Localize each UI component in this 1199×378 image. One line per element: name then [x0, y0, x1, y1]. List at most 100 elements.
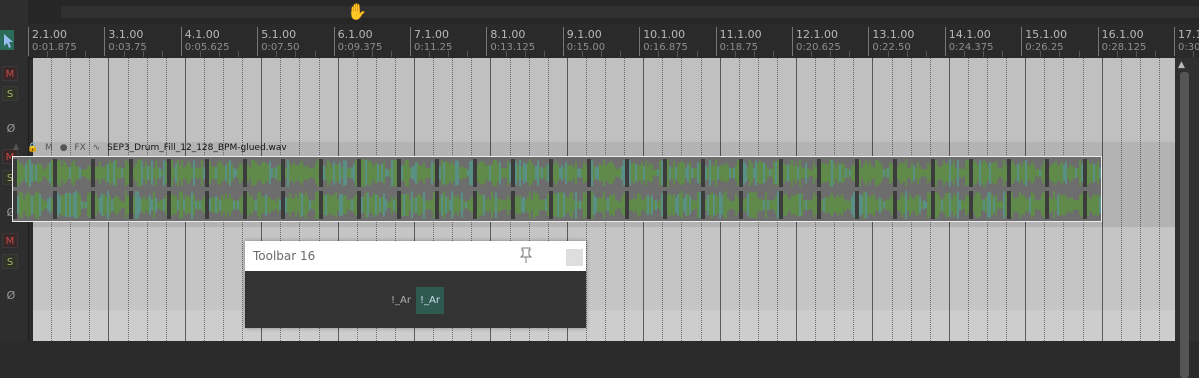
track3-solo-button[interactable]: S	[2, 254, 18, 269]
ruler-marker[interactable]: 14.1.00 0:24.375	[944, 27, 994, 56]
timeline-ruler[interactable]: 2.1.00 0:01.875 3.1.00 0:03.75 4.1.00 0:05.62…	[28, 24, 1199, 59]
waveform-sample	[717, 165, 719, 181]
media-item-waveform[interactable]	[12, 156, 1102, 222]
waveform-sample	[905, 191, 907, 219]
waveform-sample	[535, 193, 537, 217]
waveform-sample	[145, 161, 147, 185]
envelope-icon[interactable]: ♟	[12, 142, 20, 155]
waveform-sample	[57, 193, 59, 217]
pin-icon[interactable]	[518, 246, 534, 264]
ruler-subtick	[1193, 51, 1195, 57]
waveform-sample	[247, 192, 249, 218]
toolbar-button-1[interactable]: !_Ar	[387, 287, 415, 314]
waveform-sample	[625, 159, 627, 187]
waveform-sample	[693, 200, 695, 210]
waveform-sample	[853, 192, 855, 218]
ruler-marker[interactable]: 15.1.00 0:26.25	[1021, 27, 1067, 56]
lock-icon[interactable]: 🔒	[27, 142, 38, 155]
waveform-sample	[571, 164, 573, 182]
waveform-sample	[939, 196, 941, 214]
waveform-sample	[71, 194, 73, 216]
waveform-sample	[797, 193, 799, 217]
waveform-sample	[175, 163, 177, 183]
ruler-subtick	[1135, 51, 1137, 57]
waveform-sample	[125, 191, 127, 219]
ruler-bar-label: 5.1.00	[261, 28, 297, 41]
ruler-marker[interactable]: 2.1.00 0:01.875	[28, 27, 77, 56]
waveform-sample	[333, 161, 335, 185]
cursor-tool-icon[interactable]	[0, 30, 14, 50]
vertical-scroll-thumb[interactable]	[1180, 72, 1189, 378]
waveform-sample	[867, 195, 869, 215]
waveform-sample	[483, 194, 485, 216]
ruler-marker[interactable]: 6.1.00 0:09.375	[333, 27, 382, 56]
ruler-bar-label: 8.1.00	[490, 28, 526, 41]
waveform-sample	[287, 197, 289, 213]
waveform-sample	[461, 165, 463, 181]
waveform-sample	[501, 199, 503, 211]
waveform-sample	[451, 161, 453, 185]
waveform-sample	[209, 161, 211, 185]
toolbar-button-2-active[interactable]: !_Ar	[416, 287, 444, 314]
waveform-sample	[1025, 159, 1027, 187]
waveform-sample	[801, 167, 803, 179]
waveform-sample	[425, 167, 427, 179]
speech-icon[interactable]: ●	[60, 142, 68, 155]
track1-solo-button[interactable]: S	[2, 86, 18, 101]
horizontal-scrollbar[interactable]	[61, 6, 1199, 18]
track1-phase-icon[interactable]: Ø	[5, 123, 17, 135]
ruler-marker[interactable]: 12.1.00 0:20.625	[792, 27, 841, 56]
ruler-marker[interactable]: 8.1.00 0:13.125	[486, 27, 535, 56]
ruler-marker[interactable]: 9.1.00 0:15.00	[562, 27, 605, 56]
waveform-sample	[761, 162, 763, 184]
waveform-sample	[587, 159, 589, 187]
ruler-marker[interactable]: 17.1.000:30	[1174, 27, 1199, 56]
item-fx-label[interactable]: FX	[74, 142, 85, 155]
track3-phase-icon[interactable]: Ø	[5, 290, 17, 302]
ruler-marker[interactable]: 3.1.00 0:03.75	[104, 27, 147, 56]
waveform-sample	[1003, 191, 1005, 219]
ruler-marker[interactable]: 11.1.00 0:18.75	[715, 27, 762, 56]
ruler-marker[interactable]: 4.1.00 0:05.625	[180, 27, 230, 56]
waveform-sample	[573, 167, 575, 179]
waveform-sample	[243, 159, 245, 187]
waveform-sample	[899, 198, 901, 212]
waveform-sample	[1087, 160, 1089, 186]
waveform-sample	[481, 161, 483, 185]
waveform-sample	[995, 161, 997, 185]
waveform-sample	[535, 166, 537, 180]
waveform-sample	[745, 163, 747, 183]
waveform-sample	[815, 167, 817, 179]
waveform-sample	[1089, 163, 1091, 183]
ruler-marker[interactable]: 5.1.00 0:07.50	[257, 27, 300, 56]
media-item-header[interactable]: ♟ 🔒 M ● FX ∿ SEP3_Drum_Fill_12_128_BPM-g…	[12, 142, 1102, 155]
toolbar-close-button[interactable]	[566, 249, 583, 266]
waveform-sample	[1069, 163, 1071, 183]
waveform-sample	[155, 197, 157, 213]
scroll-up-icon[interactable]: ▲	[1178, 60, 1185, 70]
toolbar-titlebar[interactable]: Toolbar 16	[245, 241, 586, 271]
waveform-sample	[695, 201, 697, 209]
waveform-sample	[691, 199, 693, 211]
waveform-sample	[519, 195, 521, 215]
ruler-marker[interactable]: 13.1.00 0:22.50	[868, 27, 914, 56]
waveform-sample	[641, 199, 643, 211]
waveform-sample	[429, 200, 431, 210]
vertical-scrollbar[interactable]: ▲	[1175, 58, 1199, 378]
ruler-subtick	[371, 51, 373, 57]
ruler-marker[interactable]: 16.1.00 0:28.125	[1097, 27, 1146, 56]
item-mute-label[interactable]: M	[45, 142, 53, 155]
track1-mute-button[interactable]: M	[2, 66, 18, 81]
waveform-sample	[505, 168, 507, 178]
waveform-sample	[841, 193, 843, 217]
waveform-sample	[607, 163, 609, 183]
ruler-marker[interactable]: 7.1.00 0:11.25	[410, 27, 452, 56]
ruler-marker[interactable]: 10.1.00 0:16.875	[639, 27, 688, 56]
track3-mute-button[interactable]: M	[2, 233, 18, 248]
waveform-sample	[221, 194, 223, 216]
waveform-icon[interactable]: ∿	[93, 142, 101, 155]
waveform-sample	[1045, 159, 1047, 187]
waveform-sample	[249, 196, 251, 214]
waveform-sample	[189, 163, 191, 183]
waveform-sample	[771, 168, 773, 178]
